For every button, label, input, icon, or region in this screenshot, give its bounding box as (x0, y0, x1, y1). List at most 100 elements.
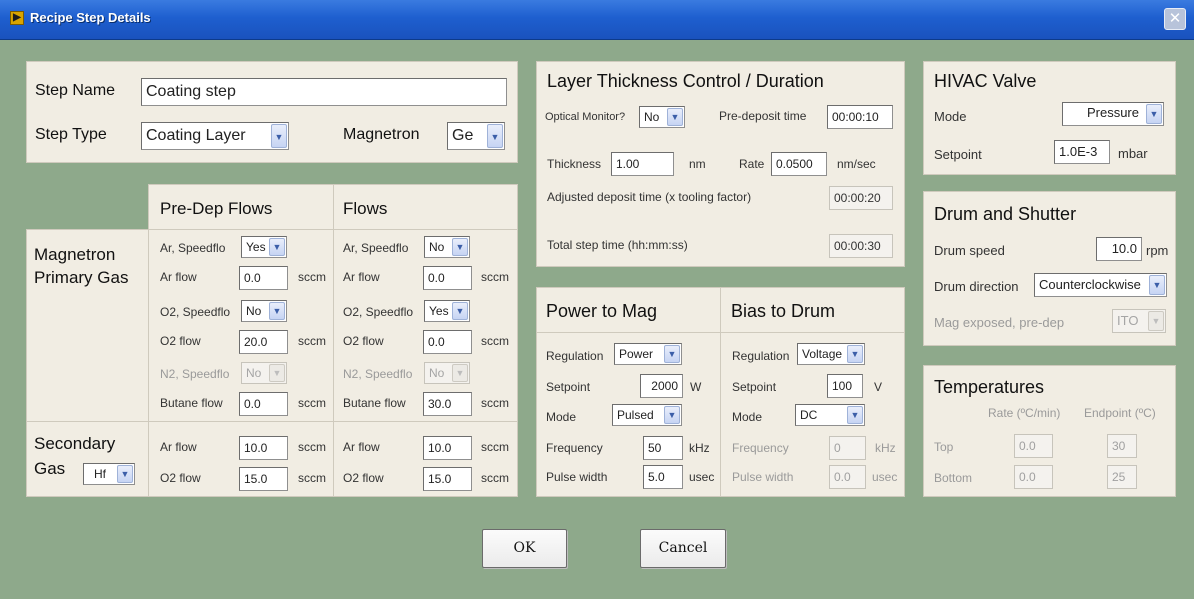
top-label: Top (934, 440, 954, 454)
bias-frequency-label: Frequency (732, 441, 789, 455)
predep-ar-speedflo-label: Ar, Speedflo (160, 241, 226, 255)
labview-icon: ▶ (10, 11, 24, 25)
sec-ar-flow-input[interactable]: 10.0 (423, 436, 472, 460)
predep-o2-flow-input[interactable]: 20.0 (239, 330, 288, 354)
magnetron-primary-gas-label: Primary Gas (34, 268, 129, 287)
secondary-gas-select[interactable]: Hf ▼ (83, 463, 135, 485)
chevron-down-icon[interactable]: ▼ (487, 124, 503, 148)
chevron-down-icon[interactable]: ▼ (452, 302, 468, 320)
divider (536, 332, 905, 333)
predep-flows-header: Pre-Dep Flows (160, 199, 273, 218)
divider (26, 421, 518, 422)
recipe-step-details-window: ▶ Recipe Step Details ✕ Step Name Coatin… (0, 0, 1194, 599)
predep-n2-speedflo-label: N2, Speedflo (160, 367, 230, 381)
predep-n2-speedflo-value: No (246, 366, 262, 380)
butane-flow-input[interactable]: 30.0 (423, 392, 472, 416)
power-setpoint-input[interactable]: 2000 (640, 374, 683, 398)
predep-butane-flow-input[interactable]: 0.0 (239, 392, 288, 416)
power-mode-value: Pulsed (617, 408, 654, 422)
optical-monitor-select[interactable]: No ▼ (639, 106, 685, 128)
predep-n2-speedflo-select: No ▼ (241, 362, 287, 384)
secondary-gas-value: Hf (94, 467, 106, 481)
divider (720, 287, 721, 497)
bias-pulse-width-input: 0.0 (829, 465, 866, 489)
mag-exposed-value: ITO (1117, 313, 1139, 328)
ar-flow-input[interactable]: 0.0 (423, 266, 472, 290)
title-bar[interactable]: ▶ Recipe Step Details ✕ (0, 0, 1194, 40)
bias-mode-select[interactable]: DC ▼ (795, 404, 865, 426)
drum-speed-input[interactable]: 10.0 (1096, 237, 1142, 261)
chevron-down-icon: ▼ (452, 364, 468, 382)
chevron-down-icon[interactable]: ▼ (269, 302, 285, 320)
predep-o2-speedflo-value: No (246, 304, 262, 318)
hivac-setpoint-input[interactable]: 1.0E-3 (1054, 140, 1110, 164)
chevron-down-icon[interactable]: ▼ (269, 238, 285, 256)
adjusted-deposit-time-display: 00:00:20 (829, 186, 893, 210)
rate-column-header: Rate (ºC/min) (988, 406, 1061, 420)
sec-o2-flow-input[interactable]: 15.0 (423, 467, 472, 491)
chevron-down-icon[interactable]: ▼ (847, 345, 863, 363)
drum-direction-label: Drum direction (934, 279, 1019, 294)
bias-regulation-label: Regulation (732, 349, 790, 363)
ar-speedflo-value: No (429, 240, 445, 254)
bottom-endpoint-input: 25 (1107, 465, 1137, 489)
window-title: Recipe Step Details (30, 10, 151, 25)
chevron-down-icon[interactable]: ▼ (1149, 275, 1165, 295)
rate-input[interactable]: 0.0500 (771, 152, 827, 176)
bias-setpoint-label: Setpoint (732, 380, 777, 394)
chevron-down-icon[interactable]: ▼ (664, 345, 680, 363)
predep-o2-speedflo-label: O2, Speedflo (160, 305, 231, 319)
bias-frequency-input: 0 (829, 436, 866, 460)
predep-o2-speedflo-select[interactable]: No ▼ (241, 300, 287, 322)
o2-speedflo-value: Yes (429, 304, 449, 318)
layer-thickness-header: Layer Thickness Control / Duration (547, 71, 824, 91)
chevron-down-icon[interactable]: ▼ (452, 238, 468, 256)
power-mode-label: Mode (546, 410, 577, 424)
total-step-time-label: Total step time (hh:mm:ss) (547, 238, 688, 252)
ok-button[interactable]: OK (482, 529, 567, 568)
bias-regulation-select[interactable]: Voltage ▼ (797, 343, 865, 365)
close-button[interactable]: ✕ (1164, 8, 1186, 30)
sec-o2-flow-label: O2 flow (343, 471, 384, 485)
predep-butane-flow-label: Butane flow (160, 396, 223, 410)
o2-speedflo-label: O2, Speedflo (343, 305, 414, 319)
thickness-input[interactable]: 1.00 (611, 152, 674, 176)
mag-exposed-select: ITO ▼ (1112, 309, 1166, 333)
hivac-mode-select[interactable]: Pressure ▼ (1062, 102, 1164, 126)
power-frequency-input[interactable]: 50 (643, 436, 683, 460)
chevron-down-icon[interactable]: ▼ (117, 465, 133, 483)
chevron-down-icon[interactable]: ▼ (667, 108, 683, 126)
bias-mode-value: DC (800, 408, 818, 422)
power-regulation-select[interactable]: Power ▼ (614, 343, 682, 365)
power-mode-select[interactable]: Pulsed ▼ (612, 404, 682, 426)
hivac-mode-label: Mode (934, 109, 967, 124)
magnetron-primary-gas-label: Magnetron (34, 245, 116, 264)
ar-speedflo-select[interactable]: No ▼ (424, 236, 470, 258)
bottom-rate-input: 0.0 (1014, 465, 1053, 489)
o2-speedflo-select[interactable]: Yes ▼ (424, 300, 470, 322)
chevron-down-icon[interactable]: ▼ (1146, 104, 1162, 124)
drum-direction-select[interactable]: Counterclockwise ▼ (1034, 273, 1167, 297)
secondary-gas-label: Secondary (34, 434, 116, 453)
bias-setpoint-input[interactable]: 100 (827, 374, 863, 398)
predep-ar-speedflo-value: Yes (246, 240, 266, 254)
chevron-down-icon[interactable]: ▼ (664, 406, 680, 424)
step-type-select[interactable]: Coating Layer ▼ (141, 122, 289, 150)
thickness-label: Thickness (547, 157, 602, 171)
predeposit-time-input[interactable]: 00:00:10 (827, 105, 893, 129)
drum-shutter-header: Drum and Shutter (934, 204, 1077, 224)
temperatures-header: Temperatures (934, 377, 1045, 397)
predep-ar-speedflo-select[interactable]: Yes ▼ (241, 236, 287, 258)
chevron-down-icon[interactable]: ▼ (847, 406, 863, 424)
o2-flow-input[interactable]: 0.0 (423, 330, 472, 354)
bias-to-drum-header: Bias to Drum (731, 301, 836, 321)
sccm-unit: sccm (298, 270, 326, 284)
predep-sec-ar-flow-input[interactable]: 10.0 (239, 436, 288, 460)
chevron-down-icon[interactable]: ▼ (271, 124, 287, 148)
power-pulse-width-input[interactable]: 5.0 (643, 465, 683, 489)
magnetron-select[interactable]: Ge ▼ (447, 122, 505, 150)
predep-sec-o2-flow-input[interactable]: 15.0 (239, 467, 288, 491)
step-name-input[interactable]: Coating step (141, 78, 507, 106)
predep-ar-flow-input[interactable]: 0.0 (239, 266, 288, 290)
cancel-button[interactable]: Cancel (640, 529, 726, 568)
